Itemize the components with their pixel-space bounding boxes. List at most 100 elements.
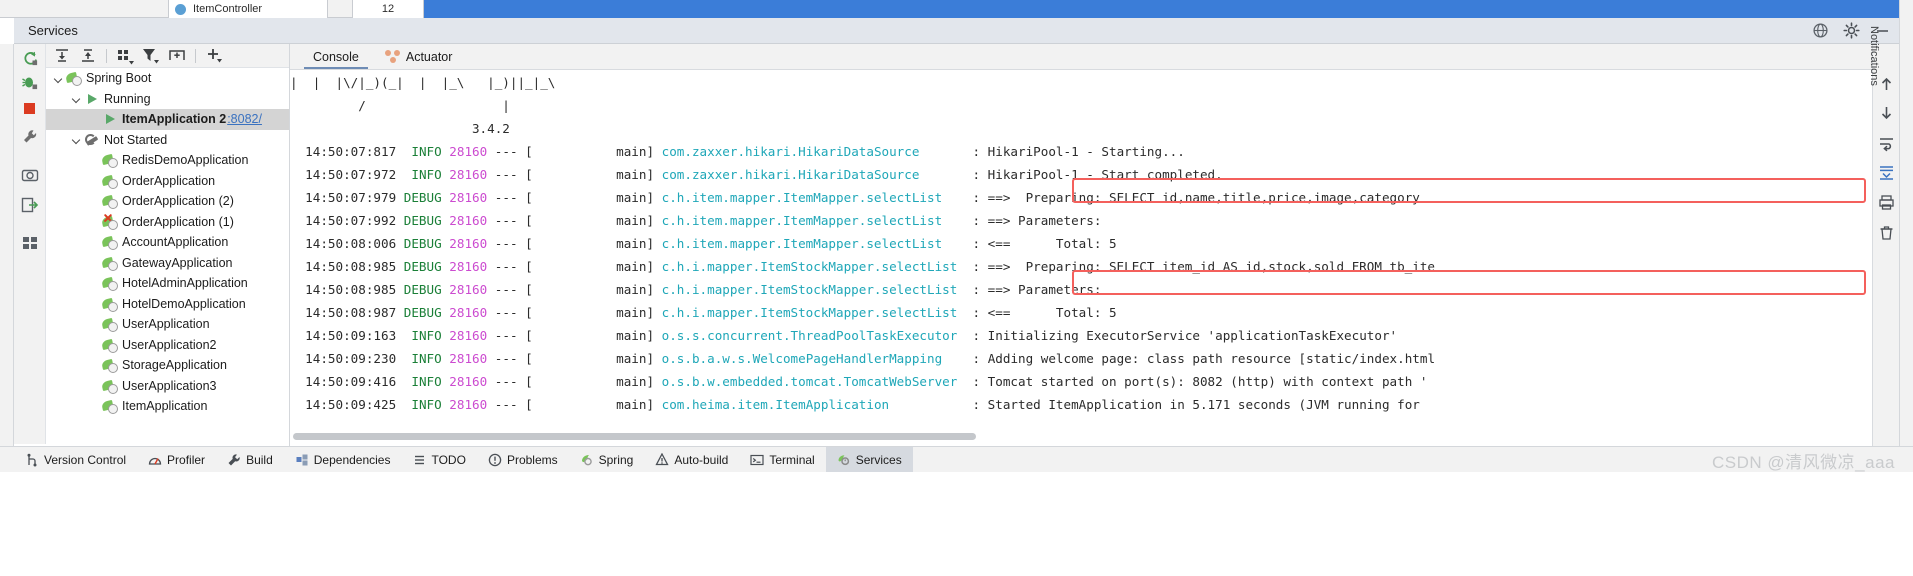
log-indent [290,144,305,159]
log-indent [290,190,305,205]
spring-icon [66,70,82,87]
log-logger-pad [957,259,972,274]
spring-icon [102,152,118,169]
tree-node[interactable]: OrderApplication [46,171,289,192]
scroll-to-end-icon[interactable] [1878,164,1895,181]
status-bar-item-auto-build[interactable]: Auto-build [644,447,739,473]
print-icon[interactable] [1878,194,1895,211]
log-timestamp: 14:50:08:987 [305,305,397,320]
log-sep: --- [ [487,328,533,343]
scroll-down-icon[interactable] [1878,104,1895,121]
status-bar-item-services[interactable]: Services [825,447,913,473]
tree-node[interactable]: OrderApplication (1) [46,212,289,233]
notifications-button[interactable]: Notifications [1868,26,1880,146]
tree-node[interactable]: UserApplication [46,314,289,335]
status-bar-item-profiler[interactable]: Profiler [137,447,216,473]
status-bar-item-spring[interactable]: Spring [569,447,645,473]
status-bar-item-terminal[interactable]: Terminal [739,447,825,473]
add-icon[interactable] [202,45,226,67]
log-gap-1 [396,305,404,320]
scroll-up-icon[interactable] [1878,76,1895,93]
editor-tab-item-controller[interactable]: ItemController [168,0,328,18]
tab-actuator[interactable]: Actuator [372,44,466,69]
log-level: DEBUG [403,190,442,205]
status-bar-item-label: Services [855,453,902,467]
tree-node[interactable]: UserApplication3 [46,376,289,397]
console-horizontal-scrollbar[interactable] [293,431,1869,442]
scrollbar-thumb[interactable] [293,433,976,440]
chevron-down-icon[interactable] [70,133,83,146]
spring-icon [102,214,118,230]
log-sep-2: ] [646,305,662,320]
status-bar-item-dependencies[interactable]: Dependencies [284,447,402,473]
log-indent [290,351,305,366]
log-sep: --- [ [487,282,533,297]
log-gap-1 [396,351,404,366]
log-logger: c.h.item.mapper.ItemMapper.selectList [661,213,943,228]
status-bar-item-todo[interactable]: TODO [401,447,476,473]
console-banner-line: | | |\/|_)(_| | |_\ |_)||_|_\ [290,75,556,90]
spring-icon [102,173,118,189]
log-thread-pad [533,236,616,251]
rerun-icon[interactable] [21,50,39,68]
log-message: : Tomcat started on port(s): 8082 (http)… [972,374,1428,389]
tree-node[interactable]: ItemApplication 2:8082/ [46,109,289,130]
soft-wrap-icon[interactable] [1878,135,1895,152]
expand-all-icon[interactable] [50,45,74,67]
gear-icon[interactable] [1843,22,1860,39]
camera-icon[interactable] [21,166,39,184]
filter-icon[interactable] [139,45,163,67]
trash-icon[interactable] [1878,224,1895,241]
log-thread-pad [533,213,616,228]
globe-icon[interactable] [1812,22,1829,39]
log-indent [290,374,305,389]
log-pid: 28160 [449,213,488,228]
tree-node[interactable]: UserApplication2 [46,335,289,356]
stop-icon[interactable] [21,100,39,118]
status-bar-item-version-control[interactable]: Version Control [14,447,137,473]
spring-icon [102,275,118,292]
export-icon[interactable] [21,196,39,214]
tree-node[interactable]: Not Started [46,130,289,151]
collapse-all-icon[interactable] [76,45,100,67]
tree-node[interactable]: AccountApplication [46,232,289,253]
tree-node-label: OrderApplication [122,173,216,188]
log-pid: 28160 [449,351,488,366]
chevron-down-icon[interactable] [52,72,65,85]
tree-node[interactable]: HotelAdminApplication [46,273,289,294]
log-pid: 28160 [449,305,488,320]
tree-node[interactable]: ItemApplication [46,396,289,417]
tree-node[interactable]: HotelDemoApplication [46,294,289,315]
debug-icon[interactable] [21,74,39,92]
tree-node[interactable]: GatewayApplication [46,253,289,274]
console-tab-bar: Console Actuator [290,44,1873,70]
log-logger: c.h.item.mapper.ItemMapper.selectList [661,236,943,251]
tab-console[interactable]: Console [300,44,372,69]
group-by-icon[interactable] [113,45,137,67]
log-timestamp: 14:50:09:163 [305,328,397,343]
grid-icon[interactable] [21,234,39,252]
editor-tab-secondary[interactable]: 12 [352,0,424,18]
log-sep-2: ] [646,167,662,182]
add-tab-icon[interactable] [165,45,189,67]
tree-node[interactable]: StorageApplication [46,355,289,376]
services-tree[interactable]: Spring Boot Running ItemApplication 2:8082… [46,68,289,444]
log-sep-2: ] [646,351,662,366]
status-bar-item-build[interactable]: Build [216,447,284,473]
chevron-down-icon[interactable] [70,92,83,105]
status-bar-item-label: Problems [506,453,558,467]
tree-node-label: ItemApplication [122,399,208,413]
tree-node[interactable]: OrderApplication (2) [46,191,289,212]
tree-node[interactable]: Running [46,89,289,110]
log-timestamp: 14:50:08:006 [305,236,397,251]
tree-node[interactable]: RedisDemoApplication [46,150,289,171]
status-bar-item-problems[interactable]: Problems [477,447,569,473]
tree-node[interactable]: Spring Boot [46,68,289,89]
console-output[interactable]: | | |\/|_)(_| | |_\ |_)||_|_\ / | 3.4.2 … [290,70,1873,446]
log-sep-2: ] [646,374,662,389]
spring-icon [102,378,118,394]
wrench-icon[interactable] [21,128,39,146]
class-icon [175,4,186,15]
services-icon [837,453,851,467]
tree-node-port-link[interactable]: :8082/ [227,109,262,130]
